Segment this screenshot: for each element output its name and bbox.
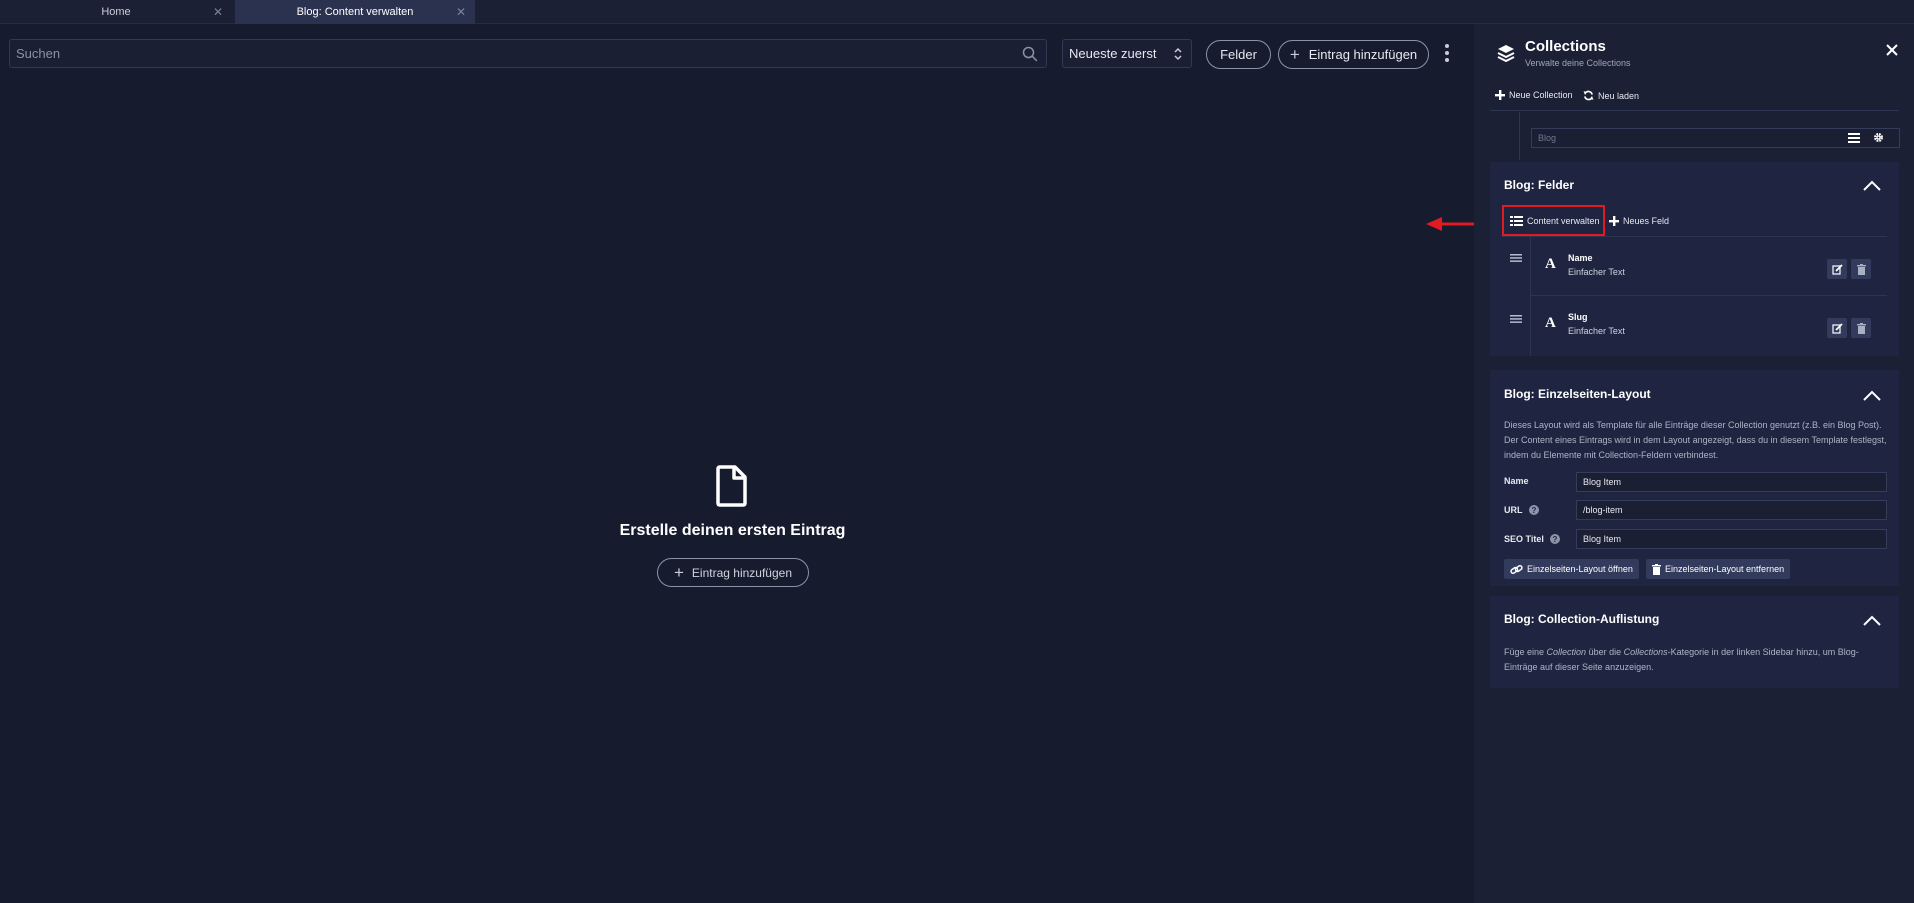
layout-url-input[interactable]: /blog-item <box>1576 500 1887 520</box>
sort-value: Neueste zuerst <box>1069 46 1157 61</box>
search-input[interactable] <box>10 40 1046 67</box>
delete-field-button[interactable] <box>1851 259 1871 279</box>
list-icon[interactable] <box>1848 133 1860 143</box>
tab-home[interactable]: Home ✕ <box>0 0 232 24</box>
field-type: Einfacher Text <box>1568 267 1625 277</box>
list-icon <box>1510 216 1523 226</box>
edit-icon <box>1831 263 1843 275</box>
collection-item-blog[interactable]: Blog <box>1531 128 1900 148</box>
desc-emphasis: Collections <box>1623 647 1668 657</box>
drag-handle-icon[interactable] <box>1510 254 1522 262</box>
layout-section-title: Blog: Einzelseiten-Layout <box>1504 387 1651 401</box>
input-value: Blog Item <box>1583 534 1622 544</box>
chevron-up-icon[interactable] <box>1863 390 1881 401</box>
input-value: Blog Item <box>1583 477 1622 487</box>
gear-icon[interactable] <box>1873 132 1884 143</box>
listing-section-title: Blog: Collection-Auflistung <box>1504 612 1660 626</box>
fields-button[interactable]: Felder <box>1206 40 1271 69</box>
text-type-icon: A <box>1545 256 1556 272</box>
chevron-up-down-icon <box>1174 47 1182 61</box>
label-text: SEO Titel <box>1504 534 1544 544</box>
new-collection-label: Neue Collection <box>1509 90 1573 100</box>
reload-label: Neu laden <box>1598 90 1640 101</box>
remove-layout-label: Einzelseiten-Layout entfernen <box>1665 564 1785 574</box>
edit-field-button[interactable] <box>1827 318 1847 338</box>
trash-icon <box>1856 263 1866 275</box>
tree-line <box>1519 112 1520 160</box>
add-entry-button[interactable]: + Eintrag hinzufügen <box>1278 40 1429 69</box>
desc-emphasis: Collection <box>1546 647 1587 657</box>
add-entry-label: Eintrag hinzufügen <box>1308 47 1418 62</box>
layers-icon <box>1497 45 1515 62</box>
panel-subtitle: Verwalte deine Collections <box>1525 58 1631 68</box>
close-icon[interactable]: ✕ <box>456 5 466 19</box>
plus-icon: + <box>673 562 684 582</box>
new-field-button[interactable]: Neues Feld <box>1609 216 1669 226</box>
edit-field-button[interactable] <box>1827 259 1847 279</box>
trash-icon <box>1856 322 1866 334</box>
tree-line <box>1530 237 1531 295</box>
text-type-icon: A <box>1545 315 1556 331</box>
manage-content-label: Content verwalten <box>1527 216 1600 226</box>
layout-name-input[interactable]: Blog Item <box>1576 472 1887 492</box>
collection-name: Blog <box>1538 133 1557 143</box>
more-options-icon[interactable] <box>1441 42 1453 66</box>
new-collection-button[interactable]: Neue Collection <box>1495 90 1573 100</box>
document-icon <box>716 465 747 507</box>
reload-button[interactable]: Neu laden <box>1583 90 1639 101</box>
open-layout-button[interactable]: Einzelseiten-Layout öffnen <box>1504 559 1639 579</box>
delete-field-button[interactable] <box>1851 318 1871 338</box>
field-name: Name <box>1568 253 1593 263</box>
refresh-icon <box>1583 90 1594 101</box>
layout-seo-input[interactable]: Blog Item <box>1576 529 1887 549</box>
sort-select[interactable]: Neueste zuerst <box>1062 39 1192 68</box>
field-name: Slug <box>1568 312 1588 322</box>
tab-label: Home <box>101 6 131 18</box>
panel-title: Collections <box>1525 38 1606 55</box>
layout-seo-label: SEO Titel ? <box>1504 534 1560 544</box>
trash-icon <box>1652 563 1661 575</box>
chevron-up-icon[interactable] <box>1863 180 1881 191</box>
svg-text:?: ? <box>1552 535 1557 544</box>
layout-name-label: Name <box>1504 476 1529 486</box>
field-type: Einfacher Text <box>1568 326 1625 336</box>
tree-line <box>1530 296 1531 356</box>
svg-text:?: ? <box>1531 506 1536 515</box>
desc-text: über die <box>1586 647 1624 657</box>
empty-state-title: Erstelle deinen ersten Eintrag <box>619 522 846 539</box>
help-icon[interactable]: ? <box>1549 534 1560 544</box>
help-icon[interactable]: ? <box>1528 505 1539 515</box>
link-icon <box>1510 564 1523 574</box>
layout-description: Dieses Layout wird als Template für alle… <box>1504 420 1887 460</box>
listing-description: Füge eine Collection über die Collection… <box>1504 645 1889 675</box>
search-icon[interactable] <box>1022 46 1038 62</box>
tab-blog-content[interactable]: Blog: Content verwalten ✕ <box>235 0 475 24</box>
plus-icon: + <box>1289 44 1300 64</box>
remove-layout-button[interactable]: Einzelseiten-Layout entfernen <box>1646 559 1791 579</box>
chevron-up-icon[interactable] <box>1863 615 1881 626</box>
input-value: /blog-item <box>1583 505 1623 515</box>
empty-add-label: Eintrag hinzufügen <box>691 565 792 580</box>
new-field-label: Neues Feld <box>1623 216 1670 226</box>
label-text: Name <box>1504 476 1529 486</box>
fields-section-title: Blog: Felder <box>1504 178 1575 192</box>
divider <box>1490 110 1899 111</box>
fields-button-label: Felder <box>1220 47 1257 62</box>
drag-handle-icon[interactable] <box>1510 315 1522 323</box>
close-icon[interactable]: ✕ <box>213 5 223 19</box>
open-layout-label: Einzelseiten-Layout öffnen <box>1527 564 1633 574</box>
tab-bar: Home ✕ Blog: Content verwalten ✕ <box>0 0 1914 24</box>
manage-content-button[interactable]: Content verwalten <box>1510 216 1600 226</box>
close-icon[interactable] <box>1886 44 1898 56</box>
plus-icon <box>1495 90 1505 100</box>
plus-icon <box>1609 216 1619 226</box>
search-box <box>9 39 1047 68</box>
tab-label: Blog: Content verwalten <box>296 6 414 18</box>
empty-add-entry-button[interactable]: + Eintrag hinzufügen <box>657 558 809 587</box>
desc-text: Füge eine <box>1504 647 1547 657</box>
label-text: URL <box>1504 505 1523 515</box>
layout-url-label: URL ? <box>1504 505 1539 515</box>
edit-icon <box>1831 322 1843 334</box>
